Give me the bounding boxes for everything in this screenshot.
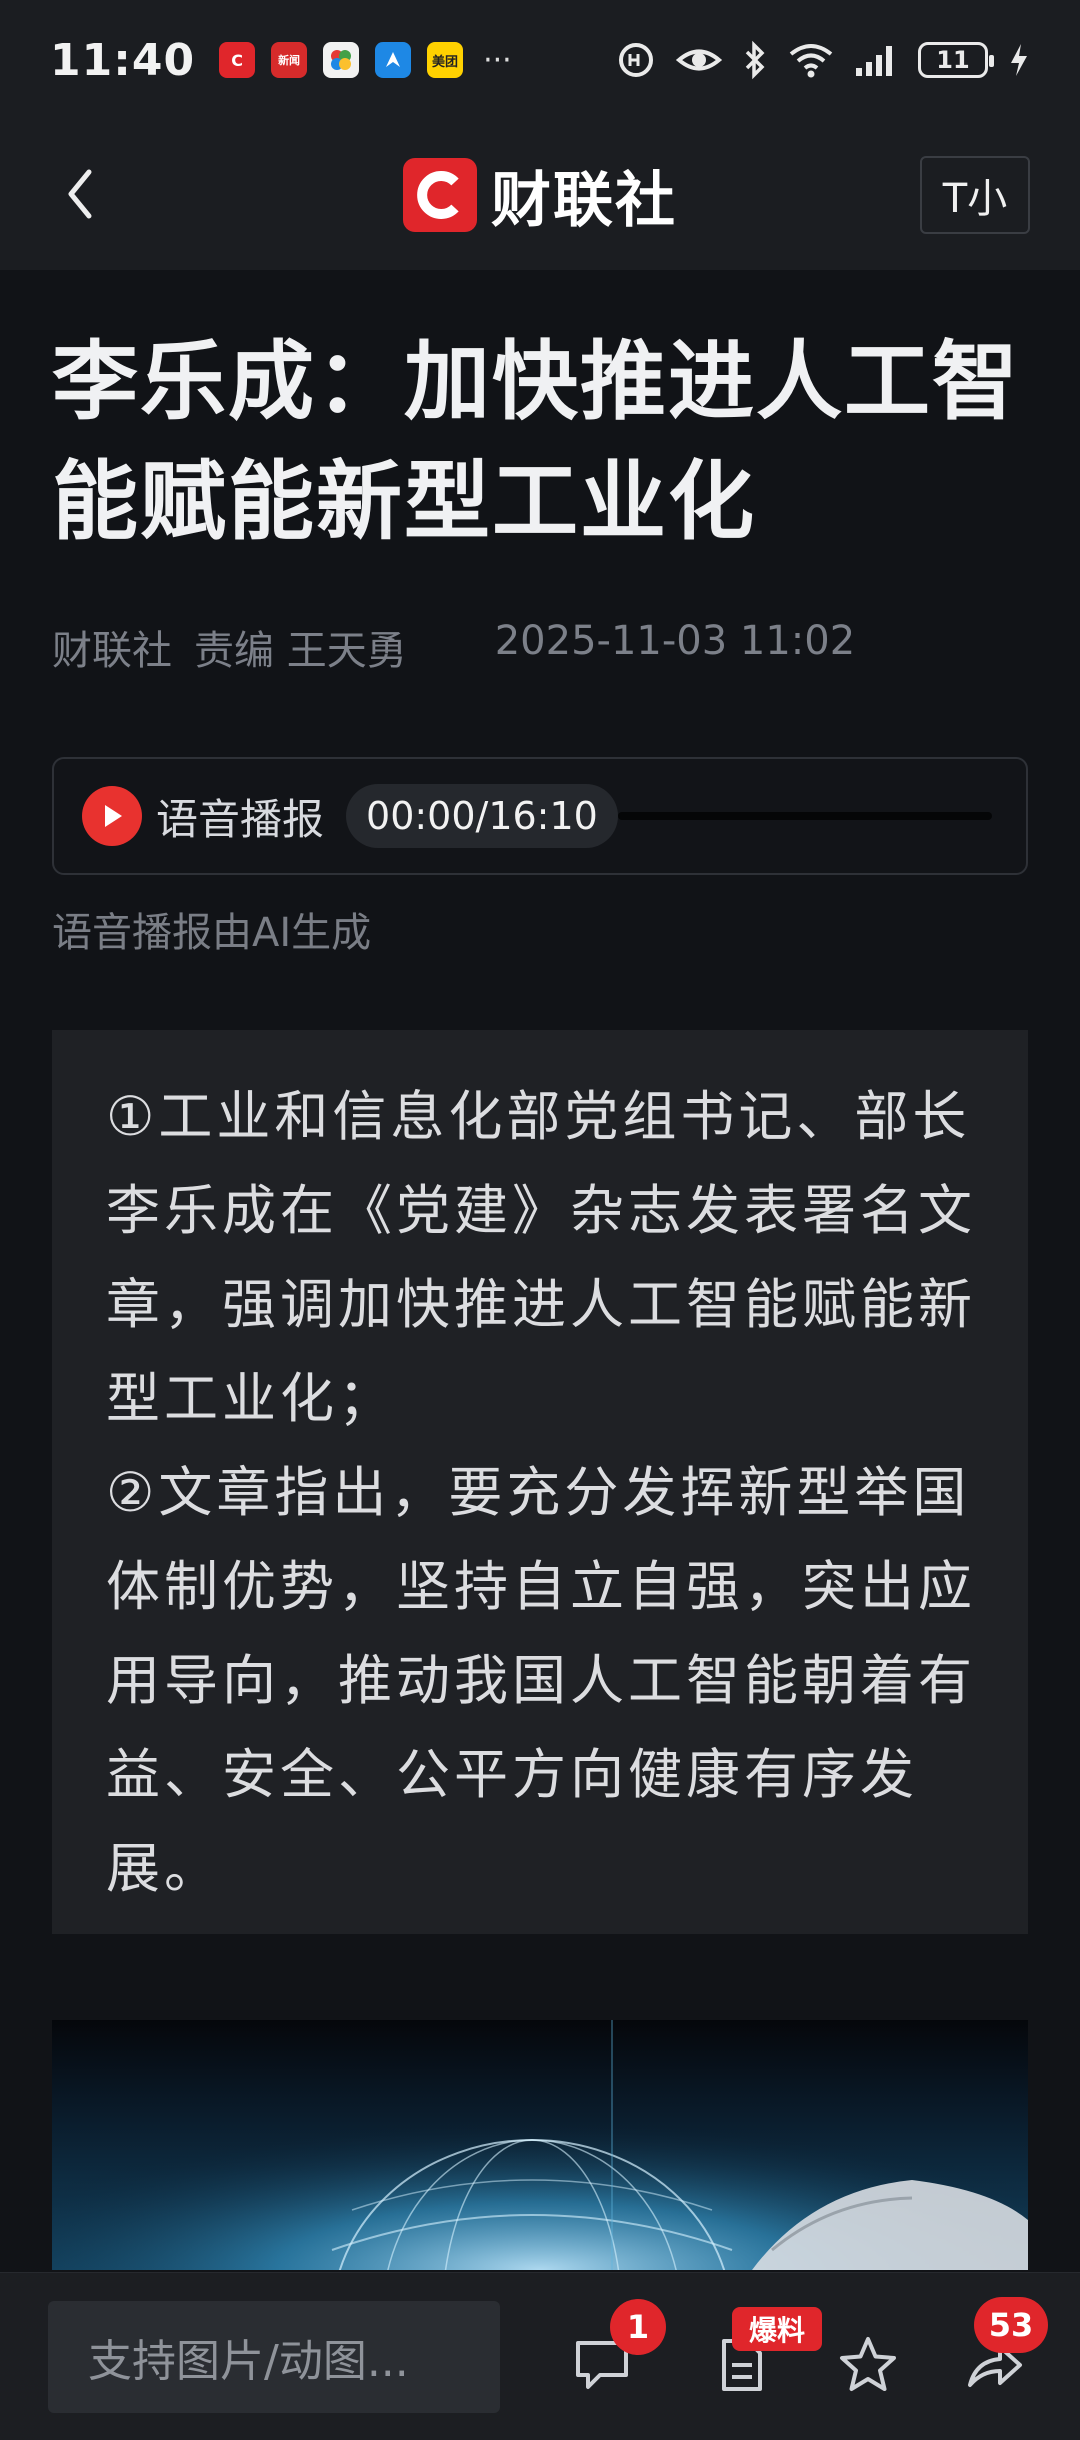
bottom-action-bar: 支持图片/动图... 1 爆料 53 — [0, 2272, 1080, 2440]
audio-time: 00:00/16:10 — [346, 784, 618, 848]
status-indicators: 11 — [616, 40, 1030, 80]
back-button[interactable] — [50, 164, 110, 224]
eye-icon — [676, 49, 722, 71]
summary-point-1: ①工业和信息化部党组书记、部长李乐成在《党建》杂志发表署名文章，强调加快推进人工… — [106, 1085, 976, 1430]
hd-icon — [619, 43, 653, 77]
share-count-badge: 53 — [974, 2297, 1048, 2353]
status-bar: 11:40 C 新闻 美团 ··· 11 — [0, 0, 1080, 120]
meituan-app-icon: 美团 — [427, 42, 464, 78]
status-app-icons: C 新闻 美团 ··· — [219, 42, 512, 78]
comment-count-badge: 1 — [610, 2299, 666, 2355]
signal-icon — [856, 46, 892, 76]
ai-globe-illustration — [52, 2020, 1028, 2270]
logo-c-icon — [403, 158, 477, 232]
star-icon — [840, 2337, 896, 2391]
play-icon[interactable] — [82, 786, 142, 846]
share-button[interactable]: 53 — [958, 2297, 1048, 2401]
tip-off-button[interactable]: 爆料 — [706, 2307, 822, 2401]
cailian-app-icon: C — [219, 42, 256, 78]
audio-ai-note: 语音播报由AI生成 — [52, 910, 372, 956]
favorite-button[interactable] — [832, 2329, 904, 2401]
wifi-icon — [789, 44, 833, 78]
article-title: 李乐成：加快推进人工智能赋能新型工业化 — [52, 332, 1020, 552]
article-image[interactable] — [52, 2020, 1028, 2270]
logo-text: 财联社 — [491, 165, 677, 236]
article-meta: 财联社 责编 王天勇 2025-11-03 11:02 — [52, 618, 1042, 676]
comments-button[interactable]: 1 — [566, 2299, 666, 2401]
battery-indicator: 11 — [918, 42, 994, 78]
app-header: 财联社 T小 — [0, 120, 1080, 270]
bluetooth-icon — [745, 40, 765, 80]
summary-box: ①工业和信息化部党组书记、部长李乐成在《党建》杂志发表署名文章，强调加快推进人工… — [52, 1030, 1028, 1934]
charging-icon — [1011, 44, 1027, 76]
article-page: 11:40 C 新闻 美团 ··· 11 财联社 T小 李乐成：加快推进人工智能… — [0, 0, 1080, 2440]
chevron-left-icon — [68, 169, 92, 219]
article-editor: 责编 王天勇 — [194, 628, 407, 674]
summary-point-2: ②文章指出，要充分发挥新型举国体制优势，坚持自立自强，突出应用导向，推动我国人工… — [106, 1461, 976, 1900]
tip-off-badge: 爆料 — [732, 2307, 822, 2351]
arrow-app-icon — [375, 42, 412, 78]
article-date: 2025-11-03 11:02 — [494, 618, 856, 664]
cailianshe-logo: 财联社 — [403, 152, 677, 239]
more-notifications-icon: ··· — [483, 42, 512, 78]
audio-player: 语音播报 00:00/16:10 — [52, 757, 1028, 875]
article-source: 财联社 — [52, 628, 172, 674]
news-app-icon: 新闻 — [271, 42, 308, 78]
audio-label: 语音播报 — [156, 794, 325, 844]
font-size-button[interactable]: T小 — [920, 156, 1030, 234]
status-time: 11:40 — [50, 34, 196, 86]
flower-app-icon — [323, 42, 360, 78]
comment-input[interactable]: 支持图片/动图... — [48, 2300, 500, 2413]
audio-progress-bar[interactable] — [617, 812, 992, 820]
